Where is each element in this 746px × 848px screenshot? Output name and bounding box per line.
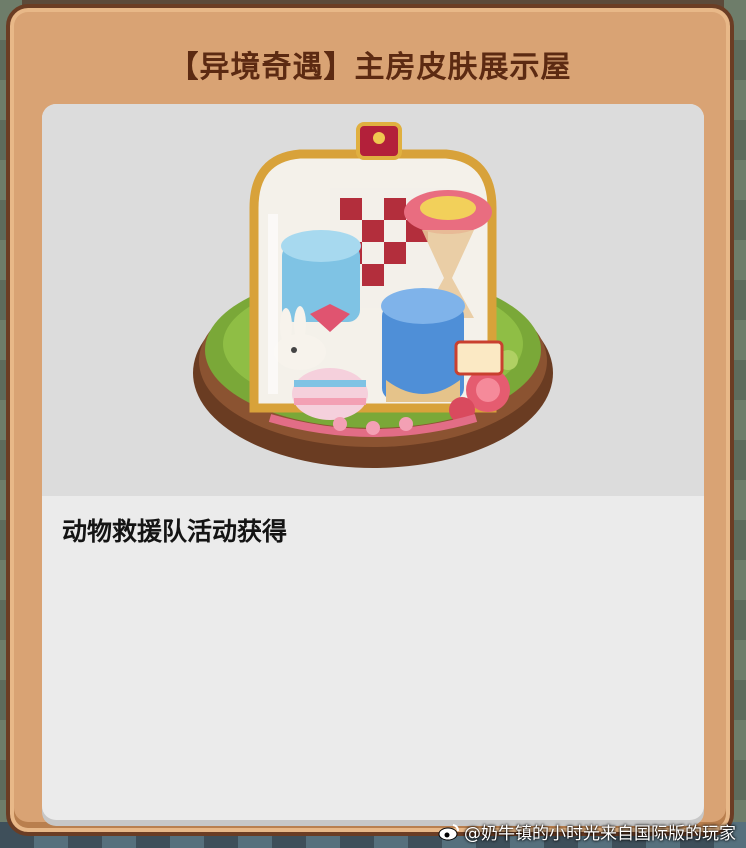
weibo-icon (438, 823, 459, 840)
skin-detail-dialog: 【异境奇遇】主房皮肤展示屋 动物救援队活动获得 (6, 4, 734, 836)
skin-preview-area (42, 104, 704, 496)
watermark: @奶牛镇的小时光来自国际版的玩家 (438, 819, 736, 844)
dialog-content: 动物救援队活动获得 (42, 104, 704, 820)
skin-source-description: 动物救援队活动获得 (62, 517, 288, 546)
dialog-title: 【异境奇遇】主房皮肤展示屋 (168, 50, 572, 85)
skin-display-house-icon (193, 122, 553, 468)
watermark-text: @奶牛镇的小时光来自国际版的玩家 (464, 824, 736, 844)
